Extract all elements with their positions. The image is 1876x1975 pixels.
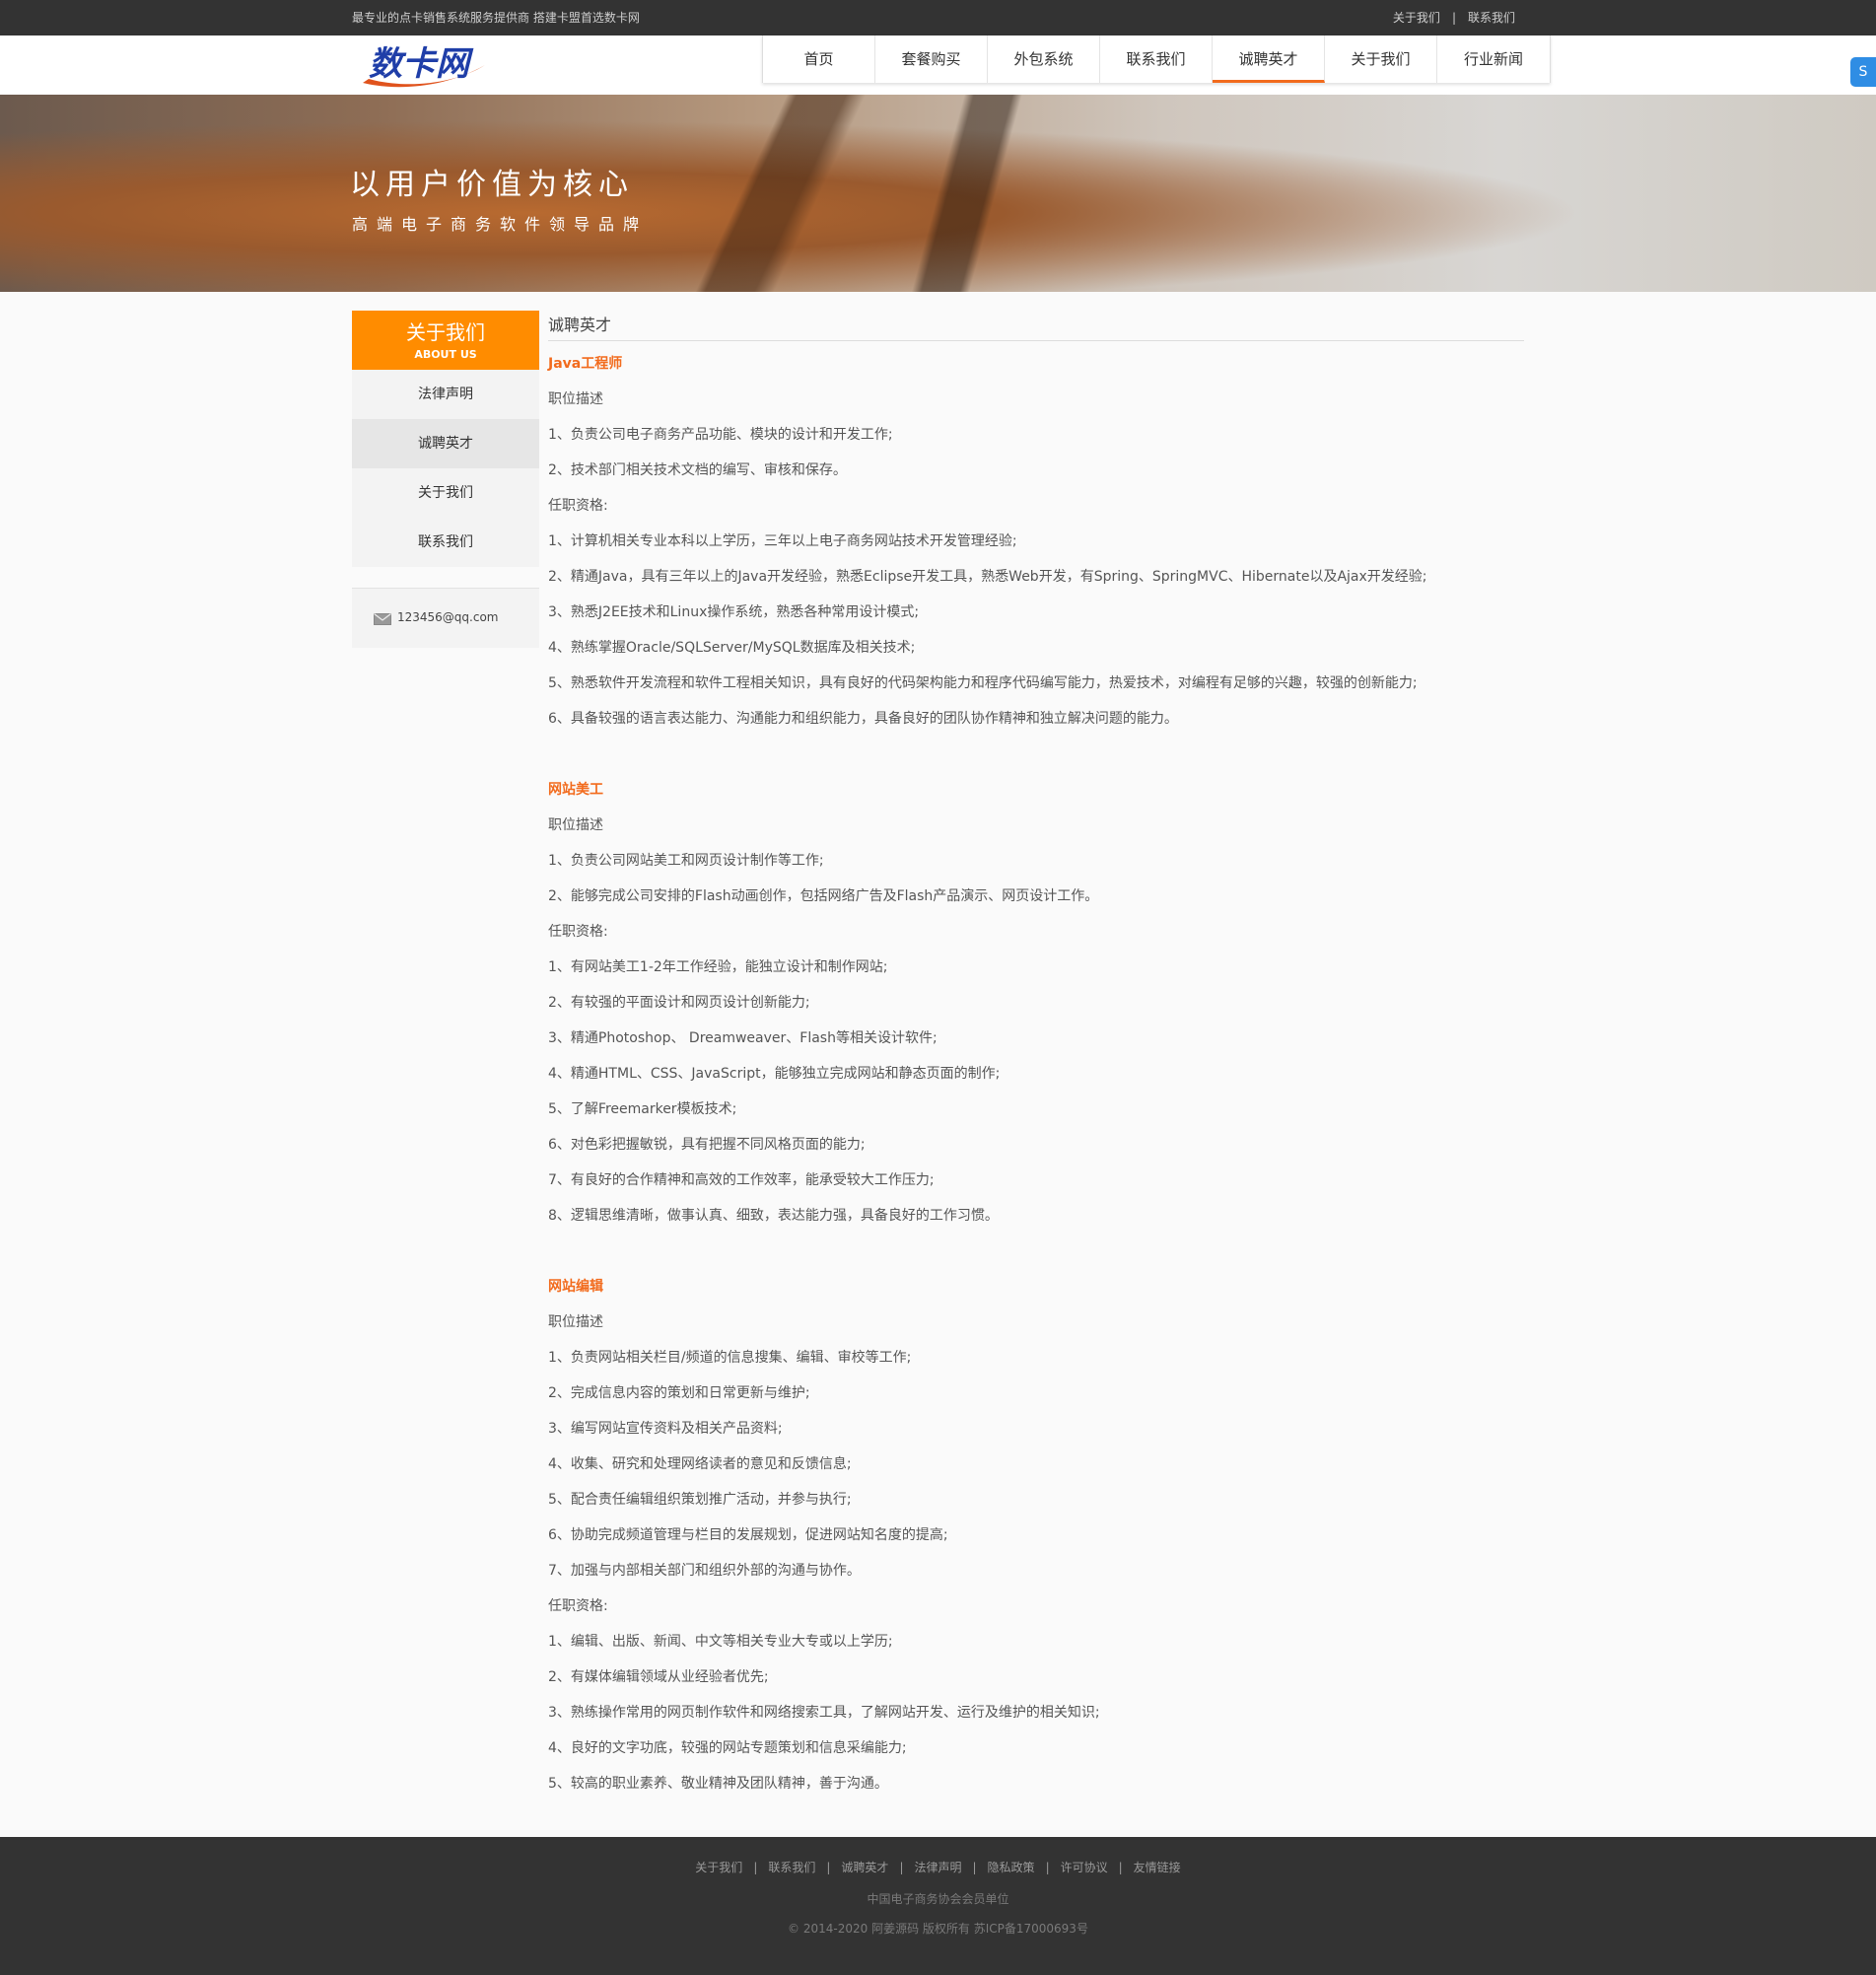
nav-item-packages[interactable]: 套餐购买	[875, 35, 988, 83]
sidebar-item-legal[interactable]: 法律声明	[352, 370, 539, 419]
job-title: Java工程师	[548, 356, 623, 372]
job-title: 网站美工	[548, 782, 603, 798]
job-line: 2、能够完成公司安排的Flash动画创作，包括网络广告及Flash产品演示、网页…	[548, 888, 1099, 904]
nav-item-home[interactable]: 首页	[763, 35, 875, 83]
job-line: 6、对色彩把握敏锐，具有把握不同风格页面的能力;	[548, 1137, 866, 1153]
job-section: 网站美工职位描述 1、负责公司网站美工和网页设计制作等工作; 2、能够完成公司安排的…	[548, 772, 1098, 1234]
sidebar-menu: 法律声明 诚聘英才 关于我们 联系我们	[352, 370, 539, 567]
footer-link[interactable]: 诚聘英才	[841, 1861, 888, 1874]
footer-link[interactable]: 友情链接	[1134, 1861, 1181, 1874]
nav-item-about[interactable]: 关于我们	[1325, 35, 1437, 83]
banner-headline: 以用户价值为核心	[350, 168, 634, 202]
top-link-contact[interactable]: 联系我们	[1468, 11, 1515, 25]
job-line: 2、技术部门相关技术文档的编写、审核和保存。	[548, 462, 847, 478]
job-section: Java工程师 职位描述 1、负责公司电子商务产品功能、模块的设计和开发工作; 2、技…	[548, 346, 1427, 737]
top-link-about[interactable]: 关于我们	[1393, 11, 1440, 25]
site-logo[interactable]: 数卡网	[355, 39, 493, 93]
job-line: 7、有良好的合作精神和高效的工作效率，能承受较大工作压力;	[548, 1172, 935, 1188]
job-title: 网站编辑	[548, 1279, 603, 1295]
service-icon[interactable]: S	[1850, 57, 1876, 87]
job-line: 5、了解Freemarker模板技术;	[548, 1101, 737, 1117]
job-line: 职位描述	[548, 1314, 603, 1330]
mail-icon	[374, 613, 391, 625]
job-line: 4、良好的文字功底，较强的网站专题策划和信息采编能力;	[548, 1740, 907, 1756]
sidebar-item-about[interactable]: 关于我们	[352, 468, 539, 518]
job-line: 3、熟悉J2EE技术和Linux操作系统，熟悉各种常用设计模式;	[548, 604, 920, 620]
job-line: 1、负责公司电子商务产品功能、模块的设计和开发工作;	[548, 427, 893, 443]
nav-item-contact[interactable]: 联系我们	[1100, 35, 1213, 83]
logo-text: 数卡网	[369, 44, 474, 84]
footer-member: 中国电子商务协会会员单位	[867, 1892, 1009, 1906]
job-line: 2、有较强的平面设计和网页设计创新能力;	[548, 995, 810, 1011]
footer: 关于我们 | 联系我们 | 诚聘英才 | 法律声明 | 隐私政策 | 许可协议 | 友情链接 中国电子商…	[0, 1837, 1876, 1975]
page-title: 诚聘英才	[548, 311, 1524, 341]
footer-link[interactable]: 关于我们	[695, 1861, 742, 1874]
sidebar-contact: 123456@qq.com	[352, 588, 539, 648]
job-line: 4、收集、研究和处理网络读者的意见和反馈信息;	[548, 1456, 852, 1472]
job-line: 任职资格:	[548, 924, 608, 940]
job-line: 5、熟悉软件开发流程和软件工程相关知识，具有良好的代码架构能力和程序代码编写能力…	[548, 675, 1418, 691]
job-line: 8、逻辑思维清晰，做事认真、细致，表达能力强，具备良好的工作习惯。	[548, 1208, 999, 1224]
footer-link[interactable]: 法律声明	[914, 1861, 961, 1874]
sidebar-item-contact[interactable]: 联系我们	[352, 518, 539, 567]
top-link-separator: |	[1451, 11, 1456, 25]
nav-item-news[interactable]: 行业新闻	[1437, 35, 1550, 83]
footer-link-separator: |	[899, 1861, 904, 1874]
job-line: 6、具备较强的语言表达能力、沟通能力和组织能力，具备良好的团队协作精神和独立解决…	[548, 711, 1178, 727]
job-line: 3、编写网站宣传资料及相关产品资料;	[548, 1421, 783, 1437]
footer-link-separator: |	[1118, 1861, 1123, 1874]
nav-item-outsourcing[interactable]: 外包系统	[988, 35, 1100, 83]
header: 数卡网 首页 套餐购买 外包系统 联系我们 诚聘英才 关于我们 行业新闻	[0, 35, 1876, 96]
top-slogan: 最专业的点卡销售系统服务提供商 搭建卡盟首选数卡网	[352, 11, 640, 25]
sidebar-header: 关于我们 ABOUT US	[352, 311, 539, 370]
footer-link[interactable]: 联系我们	[768, 1861, 815, 1874]
job-section: 网站编辑职位描述 1、负责网站相关栏目/频道的信息搜集、编辑、审校等工作; 2、完成…	[548, 1269, 1100, 1801]
job-line: 4、精通HTML、CSS、JavaScript，能够独立完成网站和静态页面的制作…	[548, 1066, 1001, 1082]
job-line: 任职资格:	[548, 498, 608, 514]
sidebar-title: 关于我们	[406, 320, 485, 344]
main-nav: 首页 套餐购买 外包系统 联系我们 诚聘英才 关于我们 行业新闻	[762, 35, 1551, 83]
footer-link-separator: |	[972, 1861, 977, 1874]
job-line: 职位描述	[548, 817, 603, 833]
job-line: 1、负责网站相关栏目/频道的信息搜集、编辑、审校等工作;	[548, 1350, 912, 1366]
job-line: 1、计算机相关专业本科以上学历，三年以上电子商务网站技术开发管理经验;	[548, 533, 1017, 549]
job-line: 任职资格:	[548, 1598, 608, 1614]
job-line: 6、协助完成频道管理与栏目的发展规划，促进网站知名度的提高;	[548, 1527, 948, 1543]
top-links: 关于我们 | 联系我们	[1393, 0, 1515, 35]
job-line: 5、较高的职业素养、敬业精神及团队精神，善于沟通。	[548, 1776, 888, 1792]
job-line: 3、精通Photoshop、 Dreamweaver、Flash等相关设计软件;	[548, 1030, 938, 1046]
job-line: 5、配合责任编辑组织策划推广活动，并参与执行;	[548, 1492, 852, 1508]
job-line: 2、有媒体编辑领域从业经验者优先;	[548, 1669, 769, 1685]
main-content: 诚聘英才 Java工程师 职位描述 1、负责公司电子商务产品功能、模块的设计和开发工…	[548, 311, 1524, 1792]
job-line: 职位描述	[548, 391, 603, 407]
job-line: 3、熟练操作常用的网页制作软件和网络搜索工具，了解网站开发、运行及维护的相关知识…	[548, 1705, 1100, 1721]
job-line: 1、负责公司网站美工和网页设计制作等工作;	[548, 853, 824, 869]
job-line: 4、熟练掌握Oracle/SQLServer/MySQL数据库及相关技术;	[548, 640, 916, 656]
job-line: 2、完成信息内容的策划和日常更新与维护;	[548, 1385, 810, 1401]
top-bar: 最专业的点卡销售系统服务提供商 搭建卡盟首选数卡网 关于我们 | 联系我们	[0, 0, 1876, 35]
hero-banner: 以用户价值为核心 高端电子商务软件领导品牌	[0, 95, 1876, 292]
job-line: 2、精通Java，具有三年以上的Java开发经验，熟悉Eclipse开发工具，熟…	[548, 569, 1427, 585]
sidebar-subtitle: ABOUT US	[414, 348, 477, 361]
footer-link[interactable]: 许可协议	[1061, 1861, 1108, 1874]
footer-link[interactable]: 隐私政策	[988, 1861, 1035, 1874]
banner-subheadline: 高端电子商务软件领导品牌	[352, 215, 649, 234]
sidebar-item-careers[interactable]: 诚聘英才	[352, 419, 539, 468]
job-line: 7、加强与内部相关部门和组织外部的沟通与协作。	[548, 1563, 861, 1579]
footer-link-separator: |	[1045, 1861, 1050, 1874]
contact-email[interactable]: 123456@qq.com	[397, 610, 499, 624]
job-line: 1、有网站美工1-2年工作经验，能独立设计和制作网站;	[548, 959, 888, 975]
footer-link-separator: |	[826, 1861, 831, 1874]
footer-links: 关于我们 | 联系我们 | 诚聘英才 | 法律声明 | 隐私政策 | 许可协议 | 友情链接	[0, 1859, 1876, 1875]
nav-item-careers[interactable]: 诚聘英才	[1213, 35, 1325, 83]
footer-link-separator: |	[753, 1861, 758, 1874]
footer-copyright: © 2014-2020 阿姜源码 版权所有 苏ICP备17000693号	[788, 1922, 1088, 1936]
job-line: 1、编辑、出版、新闻、中文等相关专业大专或以上学历;	[548, 1634, 893, 1650]
sidebar: 关于我们 ABOUT US 法律声明 诚聘英才 关于我们 联系我们 123456…	[352, 311, 539, 648]
